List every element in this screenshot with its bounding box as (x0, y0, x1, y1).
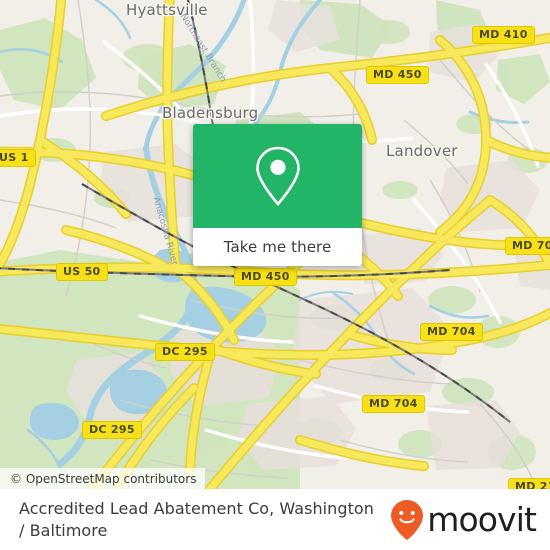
map-road-shield: MD 704 (420, 323, 483, 341)
map-road-shield: MD 450 (234, 268, 297, 286)
map-road-shield: DC 295 (82, 421, 142, 439)
map-road-shield: MD 214 (508, 478, 550, 489)
map-road-shield: US 1 (0, 149, 36, 167)
map-canvas[interactable]: Hyattsville Bladensburg Landover Northea… (0, 0, 550, 489)
moovit-smiley-pin-icon (390, 499, 424, 541)
map-road-shield: DC 295 (155, 343, 215, 361)
take-me-there-button[interactable]: Take me there (193, 228, 362, 266)
map-road-shield: MD 704 (505, 237, 550, 255)
map-road-shield: US 50 (56, 263, 108, 281)
map-road-shield: MD 410 (472, 26, 535, 44)
map-page: Hyattsville Bladensburg Landover Northea… (0, 0, 550, 550)
map-pin-icon (254, 145, 302, 207)
moovit-logo[interactable]: moovit (390, 499, 537, 541)
map-attribution[interactable]: © OpenStreetMap contributors (0, 468, 206, 489)
map-road-shield: MD 704 (362, 395, 425, 413)
page-footer: Accredited Lead Abatement Co, Washington… (0, 489, 550, 550)
popup-header (193, 124, 362, 228)
moovit-wordmark: moovit (427, 500, 537, 539)
location-title: Accredited Lead Abatement Co, Washington… (19, 498, 374, 540)
location-popup-card[interactable]: Take me there (193, 124, 362, 266)
map-road-shield: MD 450 (366, 66, 429, 84)
